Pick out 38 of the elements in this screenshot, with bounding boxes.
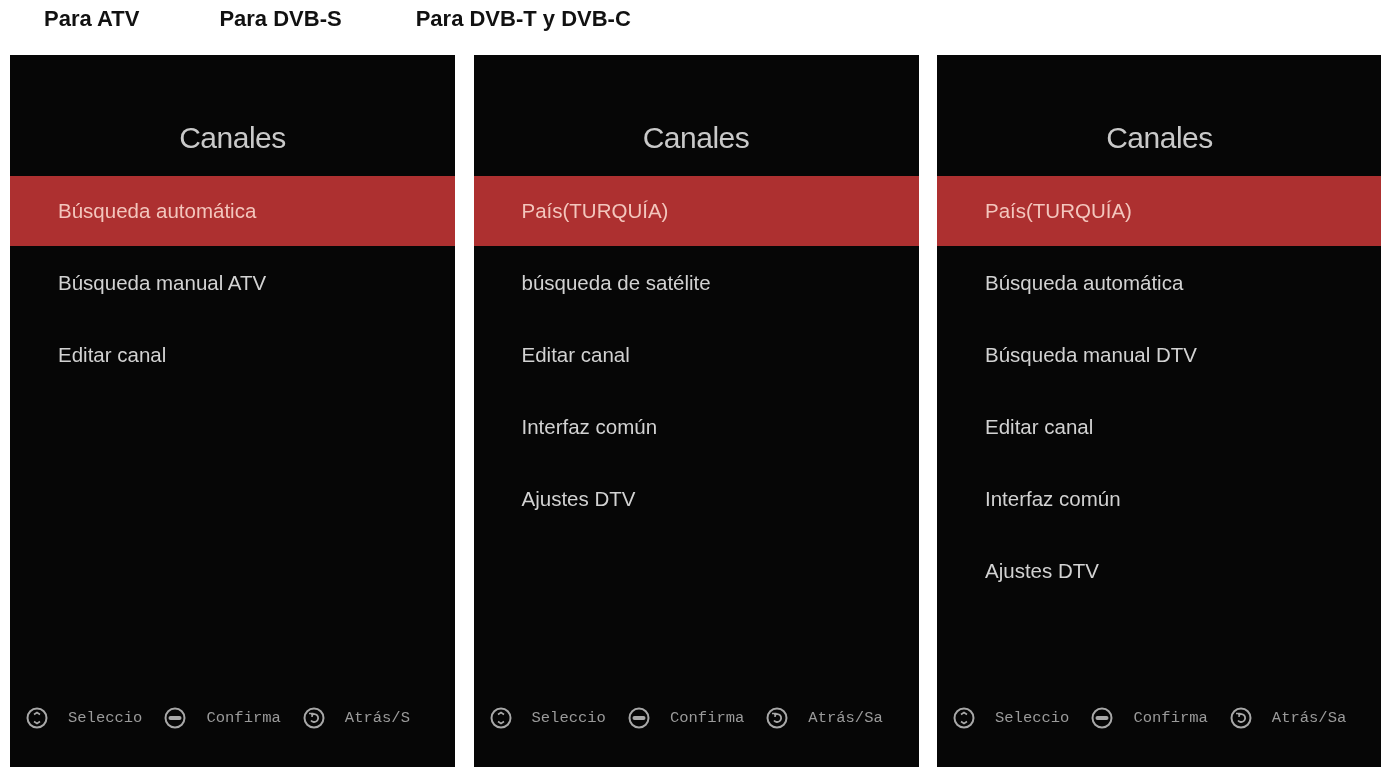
menu-item[interactable]: Búsqueda manual DTV [937, 320, 1381, 390]
hint-label: Seleccio [531, 708, 606, 729]
menu-title: Canales [1106, 120, 1213, 155]
menu-item[interactable]: País(TURQUÍA) [473, 176, 919, 246]
hint-label: Atrás/Sa [1271, 708, 1347, 729]
hint-label: Confirma [669, 708, 745, 729]
menu-item[interactable]: Búsqueda automática [10, 176, 455, 246]
select-icon [953, 707, 975, 729]
back-icon [302, 707, 325, 729]
menu-item[interactable]: País(TURQUÍA) [937, 176, 1381, 246]
hint-label: Seleccio [68, 708, 143, 729]
select-icon [489, 707, 512, 729]
menu-item[interactable]: Ajustes DTV [937, 536, 1381, 606]
back-icon [1229, 707, 1252, 729]
enter-icon [1091, 707, 1114, 729]
menu-item[interactable]: Editar canal [937, 392, 1381, 462]
menu-item[interactable]: Editar canal [473, 320, 919, 390]
menu-item[interactable]: Editar canal [10, 320, 455, 390]
menu-item[interactable]: Búsqueda manual ATV [10, 248, 455, 318]
enter-icon [164, 707, 187, 729]
section-label: Para DVB-S [219, 6, 342, 33]
menu-item[interactable]: búsqueda de satélite [473, 248, 919, 318]
menu-title: Canales [179, 120, 286, 155]
enter-icon [627, 707, 650, 729]
menu-item[interactable]: Ajustes DTV [473, 464, 919, 534]
menu-item[interactable]: Búsqueda automática [937, 248, 1381, 318]
hint-label: Atrás/S [344, 708, 410, 729]
select-icon [26, 707, 48, 729]
back-icon [766, 707, 789, 729]
hint-label: Confirma [1133, 708, 1208, 729]
hint-label: Seleccio [995, 708, 1070, 729]
menu-item[interactable]: Interfaz común [473, 392, 919, 462]
menu-title: Canales [642, 120, 750, 155]
section-label: Para DVB-T y DVB-C [415, 6, 631, 33]
hint-label: Confirma [206, 708, 281, 729]
section-label: Para ATV [44, 6, 140, 33]
menu-item[interactable]: Interfaz común [937, 464, 1381, 534]
hint-label: Atrás/Sa [808, 708, 883, 729]
